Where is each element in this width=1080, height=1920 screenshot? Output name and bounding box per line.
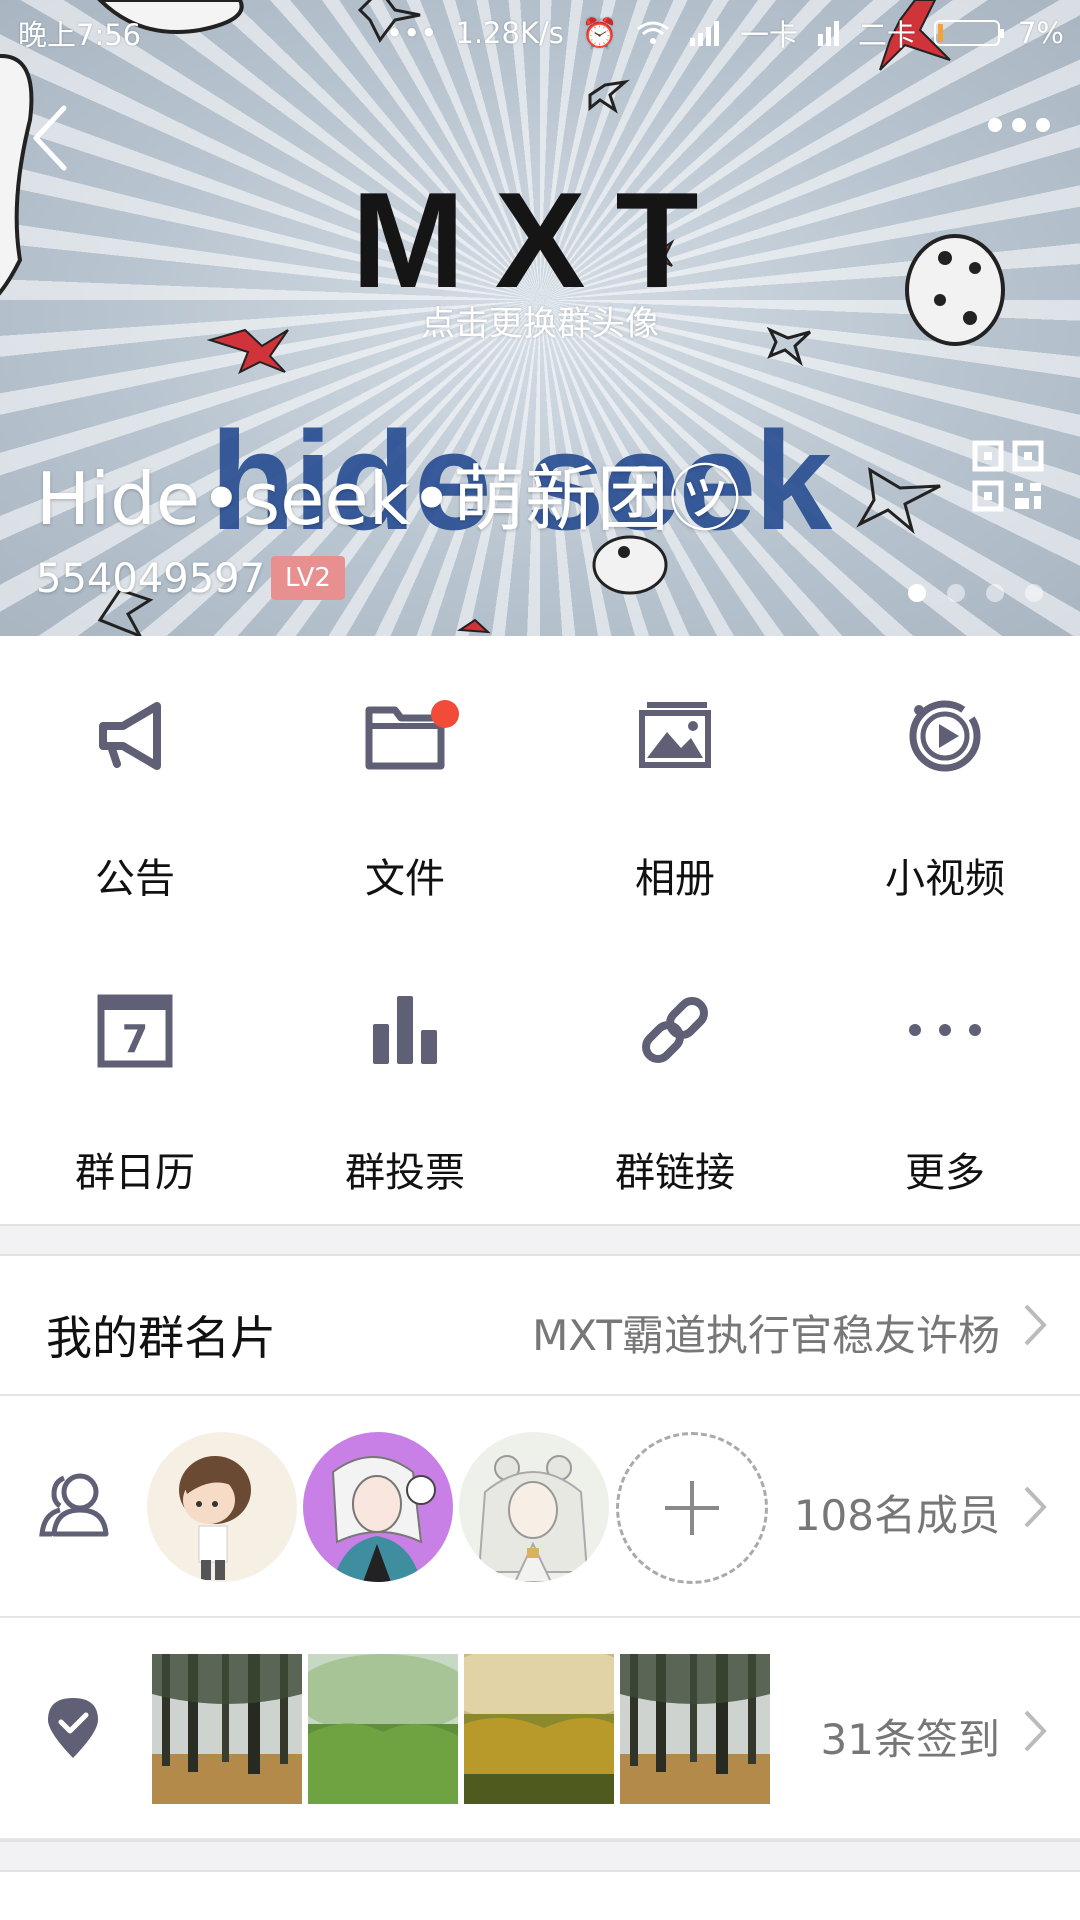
function-label: 小视频 xyxy=(885,856,1005,902)
function-label: 文件 xyxy=(365,856,445,902)
function-calendar[interactable]: 7 群日历 xyxy=(0,930,270,1224)
member-avatar[interactable] xyxy=(459,1432,609,1582)
meadow-photo xyxy=(308,1654,458,1804)
change-avatar-hint[interactable]: 点击更换群头像 xyxy=(0,296,1080,345)
more-options-button[interactable] xyxy=(988,118,1050,132)
wifi-icon xyxy=(637,21,669,44)
member-avatar-illustration xyxy=(179,1456,251,1580)
member-count: 108名成员 xyxy=(793,1491,1000,1540)
function-label: 群投票 xyxy=(345,1150,465,1196)
location-check-icon xyxy=(48,1698,98,1758)
group-header-banner[interactable]: hide seek 晚上7:56 ••• 1.28K/s ⏰ 一卡 二卡 7% … xyxy=(0,0,1080,636)
more-dots-icon xyxy=(909,1024,981,1036)
chevron-right-icon xyxy=(1024,1486,1047,1528)
function-link[interactable]: 群链接 xyxy=(540,930,810,1224)
section-divider xyxy=(0,1224,1080,1256)
alarm-icon: ⏰ xyxy=(581,15,618,50)
pager-dot xyxy=(1025,584,1043,602)
checkin-photo[interactable] xyxy=(620,1654,770,1804)
member-avatar-illustration xyxy=(331,1456,436,1582)
function-vote[interactable]: 群投票 xyxy=(270,930,540,1224)
next-row-partial[interactable] xyxy=(0,1872,1080,1920)
checkin-photo[interactable] xyxy=(464,1654,614,1804)
sim2-label: 二卡 xyxy=(857,18,916,52)
video-play-icon xyxy=(909,700,981,772)
calendar-day: 7 xyxy=(122,1017,148,1061)
function-label: 群日历 xyxy=(75,1150,195,1196)
function-label: 公告 xyxy=(95,856,175,902)
battery-percent: 7% xyxy=(1017,16,1064,50)
pager-dot-active xyxy=(908,584,926,602)
function-label: 群链接 xyxy=(615,1150,735,1196)
status-bar: 晚上7:56 ••• 1.28K/s ⏰ 一卡 二卡 7% xyxy=(0,0,1080,60)
status-right: ••• 1.28K/s ⏰ 一卡 二卡 7% xyxy=(386,12,1064,54)
link-icon xyxy=(642,997,708,1063)
member-avatar-illustration xyxy=(477,1455,589,1582)
forest-photo xyxy=(152,1654,302,1804)
checkin-count: 31条签到 xyxy=(820,1715,1000,1764)
group-level-badge: LV2 xyxy=(271,556,345,600)
group-id: 554049597 xyxy=(36,556,266,602)
member-avatar[interactable] xyxy=(147,1432,297,1582)
group-avatar-logo[interactable]: MXT xyxy=(0,162,1080,318)
chevron-right-icon xyxy=(1024,1304,1047,1346)
chevron-right-icon xyxy=(1024,1710,1047,1752)
forest-photo xyxy=(620,1654,770,1804)
qr-code-icon[interactable] xyxy=(972,440,1044,512)
photo-album-icon xyxy=(639,702,711,768)
group-function-grid: 公告 文件 相册 小视频 7 群日历 群投票 群链接 更多 xyxy=(0,636,1080,1224)
add-member-button[interactable] xyxy=(616,1432,768,1584)
battery-icon xyxy=(933,20,1004,46)
calendar-icon: 7 xyxy=(97,994,173,1068)
function-files[interactable]: 文件 xyxy=(270,636,540,930)
function-short-video[interactable]: 小视频 xyxy=(810,636,1080,930)
new-file-badge xyxy=(431,700,459,728)
checkin-photo[interactable] xyxy=(152,1654,302,1804)
my-group-card-row[interactable]: 我的群名片 MXT霸道执行官稳友许杨 xyxy=(0,1256,1080,1396)
plus-icon xyxy=(665,1481,719,1535)
pager-dot xyxy=(947,584,965,602)
section-divider xyxy=(0,1840,1080,1872)
status-more-icon: ••• xyxy=(386,16,438,50)
network-speed: 1.28K/s xyxy=(455,16,564,50)
megaphone-icon xyxy=(99,702,161,770)
function-label: 相册 xyxy=(635,856,715,902)
function-more[interactable]: 更多 xyxy=(810,930,1080,1224)
group-name: Hide•seek•萌新团㋡ xyxy=(36,457,741,541)
pager-dot xyxy=(986,584,1004,602)
golden-grass-photo xyxy=(464,1654,614,1804)
signal-icon-2 xyxy=(817,21,839,46)
member-avatar[interactable] xyxy=(303,1432,453,1582)
banner-pager xyxy=(908,584,1043,602)
checkin-photo[interactable] xyxy=(308,1654,458,1804)
my-group-card-title: 我的群名片 xyxy=(46,1311,276,1365)
sim1-label: 一卡 xyxy=(739,18,798,52)
signal-icon xyxy=(689,21,719,46)
bar-chart-icon xyxy=(373,996,437,1064)
status-time: 晚上7:56 xyxy=(18,18,142,52)
function-album[interactable]: 相册 xyxy=(540,636,810,930)
function-announcement[interactable]: 公告 xyxy=(0,636,270,930)
function-label: 更多 xyxy=(905,1150,985,1196)
members-icon xyxy=(39,1473,109,1537)
my-group-card-value: MXT霸道执行官稳友许杨 xyxy=(532,1311,1000,1360)
